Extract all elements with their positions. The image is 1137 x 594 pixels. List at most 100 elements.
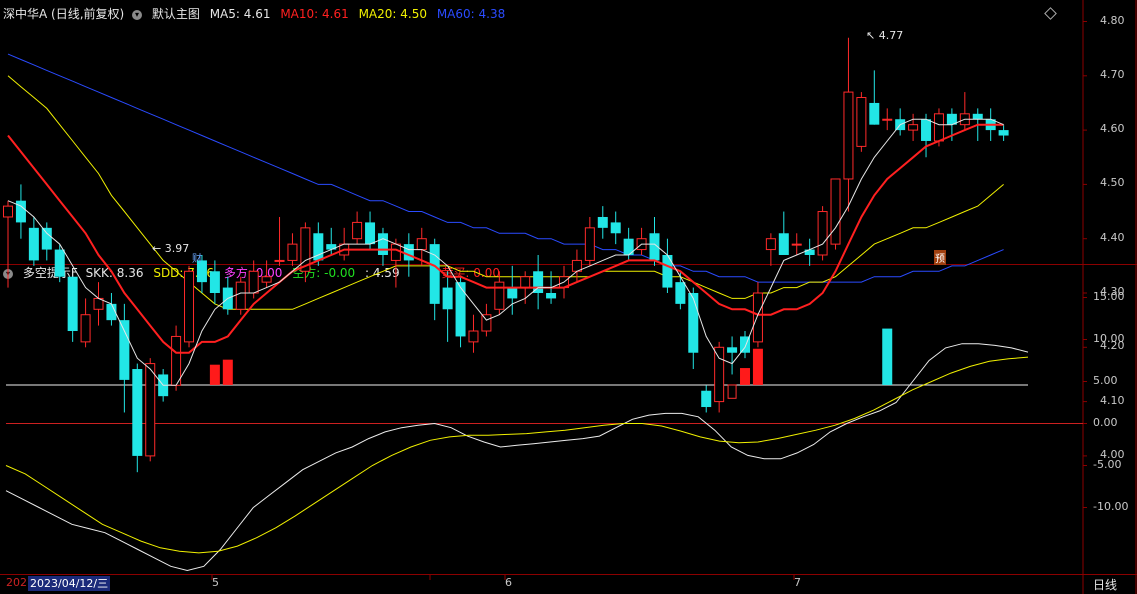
candle-body-up [145, 363, 156, 457]
candle [209, 260, 220, 304]
earnings-tag[interactable]: 财 [191, 250, 203, 265]
candle [817, 206, 828, 261]
low-price-annotation: ← 3.97 [152, 242, 190, 255]
candle [184, 265, 195, 348]
period-selector[interactable]: 日线 [1093, 576, 1117, 593]
chart-frame [0, 0, 1137, 594]
high-price-value: 4.77 [878, 29, 904, 42]
candle-body-up [352, 221, 363, 240]
candle [442, 271, 453, 342]
candle-body-down [377, 233, 388, 255]
candle-body-down [804, 249, 815, 255]
candle-body-down [455, 282, 466, 337]
candle [80, 298, 91, 348]
candle [623, 227, 634, 261]
candle [791, 233, 802, 255]
candle [300, 222, 311, 283]
candle [15, 184, 26, 239]
candle [830, 178, 841, 250]
candle-body-up [791, 243, 802, 246]
candle [235, 276, 246, 315]
candle [856, 92, 867, 152]
signal-bar [209, 364, 220, 385]
candle-body-down [507, 287, 518, 299]
signal-bar [752, 348, 763, 385]
candle [998, 124, 1009, 141]
candle-body-up [494, 281, 505, 310]
candle-body-down [597, 216, 608, 228]
sub-tick-label: 5.00 [1093, 373, 1118, 387]
signal-bar [727, 384, 737, 399]
candle-body-down [326, 244, 337, 250]
candle-body-up [235, 281, 246, 310]
candle-body-down [28, 227, 39, 261]
candle [584, 216, 595, 266]
candle [28, 216, 39, 266]
candle-body-up [520, 276, 531, 289]
candle-body-up [390, 243, 401, 261]
candle-body-down [41, 227, 52, 250]
candle-body-up [416, 238, 427, 251]
high-price-annotation: ↖ 4.77 [866, 29, 904, 42]
candle-body-down [67, 276, 78, 332]
candle-body-up [468, 330, 479, 343]
candle-body-up [171, 335, 182, 386]
candle [132, 363, 143, 473]
candle-body-up [933, 113, 944, 142]
candle-body-down [365, 222, 376, 245]
candle-body-up [752, 292, 763, 343]
ma10-line [7, 123, 1004, 354]
candle [119, 303, 130, 413]
candle-body-up [908, 124, 919, 131]
candle-body-up [80, 314, 91, 343]
candle-body-up [843, 91, 854, 180]
stock-chart-canvas[interactable] [0, 0, 1137, 594]
month-label-july: 7 [794, 576, 801, 589]
signal-bar [882, 328, 893, 385]
candle-body-up [856, 97, 867, 147]
candle-body-down [442, 287, 453, 310]
month-label-june: 6 [505, 576, 512, 589]
candle [908, 113, 919, 141]
candle-body-down [403, 244, 414, 261]
candle [377, 227, 388, 266]
candle-body-down [688, 293, 699, 353]
candle [895, 108, 906, 136]
candle-body-down [675, 282, 686, 304]
candle-body-up [481, 314, 492, 332]
candle [765, 233, 776, 266]
sub-tick-label: 10.00 [1093, 331, 1125, 345]
candle [106, 293, 117, 326]
candle [701, 385, 712, 413]
ma20-polyline [7, 75, 1004, 310]
candle-body-up [3, 205, 13, 218]
signal-bar [740, 368, 751, 385]
candle [429, 238, 440, 321]
price-tick-label: 4.60 [1100, 122, 1125, 136]
x-axis-year: 202 [6, 576, 27, 589]
candle [571, 249, 582, 283]
candle [352, 211, 363, 245]
candle-body-down [727, 347, 738, 353]
candle-body-down [132, 369, 143, 456]
candle-body-down [209, 271, 220, 293]
candle-body-down [119, 320, 130, 380]
candle-body-down [662, 254, 673, 288]
price-tick-label: 4.40 [1100, 230, 1125, 244]
candle-body-up [765, 238, 776, 251]
candle [778, 211, 789, 255]
candle [869, 70, 880, 125]
price-tick-label: 4.50 [1100, 176, 1125, 190]
candle-body-up [274, 259, 285, 262]
candle [390, 238, 401, 288]
candle-body-up [248, 270, 259, 294]
candle [494, 271, 505, 315]
forecast-tag[interactable]: 预 [934, 250, 946, 265]
sub-indicator-series [5, 328, 1029, 572]
candle [67, 276, 78, 342]
ma10-polyline [7, 123, 1004, 354]
sub-tick-label: 0.00 [1093, 415, 1118, 429]
price-tick-label: 4.10 [1100, 393, 1125, 407]
candle [610, 211, 621, 245]
candle [740, 331, 751, 359]
